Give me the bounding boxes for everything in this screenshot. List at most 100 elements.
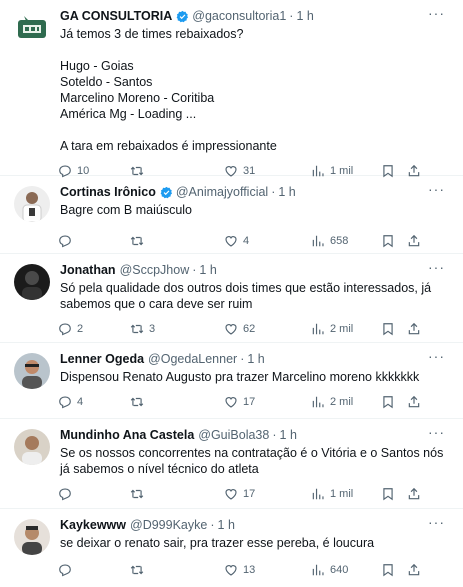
tweet[interactable]: Kaykewww @D999Kayke · 1 h ··· se deixar … [0,509,463,587]
separator-dot: · [271,185,276,199]
timestamp[interactable]: 1 h [247,351,264,367]
views-button[interactable]: 1 mil [311,487,381,501]
share-button[interactable] [407,563,427,577]
avatar[interactable] [14,353,50,389]
avatar[interactable] [14,10,50,46]
avatar[interactable] [14,264,50,300]
view-count: 658 [330,235,349,247]
more-icon[interactable]: ··· [428,349,445,363]
bookmark-button[interactable] [381,563,407,577]
reply-button[interactable]: 4 [58,395,130,409]
retweet-icon [130,324,144,334]
avatar[interactable] [14,186,50,222]
heart-icon [225,489,237,500]
more-icon[interactable]: ··· [428,260,445,274]
like-button[interactable]: 4 [224,234,311,248]
reply-button[interactable] [58,487,130,501]
retweet-button[interactable] [130,563,224,577]
author-handle[interactable]: @gaconsultoria1 [192,8,286,24]
bookmark-button[interactable] [381,395,407,409]
reply-count: 2 [77,323,84,335]
author-name[interactable]: Lenner Ogeda [60,351,144,367]
bookmark-icon [383,235,393,248]
timestamp[interactable]: 1 h [278,184,295,200]
views-icon [312,396,324,408]
reply-button[interactable] [58,234,130,248]
views-button[interactable]: 658 [311,234,381,248]
tweet-text: Dispensou Renato Augusto pra trazer Marc… [60,370,420,384]
share-button[interactable] [407,395,427,409]
author-handle[interactable]: @D999Kayke [130,517,207,533]
author-handle[interactable]: @GuiBola38 [198,427,269,443]
action-bar: 17 1 mil [58,477,453,511]
separator-dot: · [192,263,197,277]
author-handle[interactable]: @Animajyofficial [176,184,268,200]
author-name[interactable]: Kaykewww [60,517,126,533]
separator-dot: · [210,518,215,532]
bookmark-button[interactable] [381,487,407,501]
more-icon[interactable]: ··· [428,6,445,20]
retweet-icon [130,397,144,407]
view-count: 2 mil [330,323,354,335]
author-name[interactable]: Jonathan [60,262,116,278]
timestamp[interactable]: 1 h [218,517,235,533]
share-button[interactable] [407,234,427,248]
view-count: 640 [330,564,349,576]
share-button[interactable] [407,487,427,501]
timestamp[interactable]: 1 h [280,427,297,443]
views-icon [312,323,324,335]
tweet[interactable]: Lenner Ogeda @OgedaLenner · 1 h ··· Disp… [0,343,463,419]
timestamp[interactable]: 1 h [296,8,313,24]
like-button[interactable]: 62 [224,322,311,336]
views-button[interactable]: 640 [311,563,381,577]
retweet-button[interactable] [130,487,224,501]
like-button[interactable]: 17 [224,395,311,409]
verified-badge-icon [160,186,172,198]
reply-button[interactable]: 2 [58,322,130,336]
retweet-button[interactable] [130,234,224,248]
separator-dot: · [240,352,245,366]
retweet-button[interactable] [130,395,224,409]
reply-icon [59,323,71,336]
more-icon[interactable]: ··· [428,182,445,196]
bookmark-icon [383,488,393,501]
heart-icon [225,324,237,335]
like-count: 4 [243,235,250,247]
author-name[interactable]: Mundinho Ana Castela [60,427,194,443]
timestamp[interactable]: 1 h [199,262,216,278]
views-button[interactable]: 2 mil [311,395,381,409]
heart-icon [225,397,237,408]
reply-icon [59,396,71,409]
reply-icon [59,235,71,248]
avatar[interactable] [14,519,50,555]
more-icon[interactable]: ··· [428,425,445,439]
bookmark-button[interactable] [381,234,407,248]
tweet[interactable]: GA CONSULTORIA @gaconsultoria1 · 1 h ···… [0,0,463,178]
reply-count: 4 [77,396,84,408]
bookmark-icon [383,396,393,409]
tweet-text: se deixar o renato sair, pra trazer esse… [60,536,375,550]
heart-icon [225,565,237,576]
tweet[interactable]: Cortinas Irônico @Animajyofficial · 1 h … [0,176,463,254]
tweet[interactable]: Mundinho Ana Castela @GuiBola38 · 1 h ··… [0,419,463,509]
more-icon[interactable]: ··· [428,515,445,529]
like-button[interactable]: 17 [224,487,311,501]
avatar[interactable] [14,429,50,465]
author-handle[interactable]: @OgedaLenner [148,351,237,367]
separator-dot: · [289,9,294,23]
views-icon [312,564,324,576]
views-button[interactable]: 2 mil [311,322,381,336]
author-name[interactable]: Cortinas Irônico [60,184,156,200]
retweet-button[interactable]: 3 [130,322,224,336]
views-icon [312,488,324,500]
action-bar: 2 3 62 2 mil [58,312,453,346]
retweet-count: 3 [149,323,156,335]
author-name[interactable]: GA CONSULTORIA [60,8,172,24]
bookmark-button[interactable] [381,322,407,336]
like-button[interactable]: 13 [224,563,311,577]
share-button[interactable] [407,322,427,336]
reply-button[interactable] [58,563,130,577]
tweet[interactable]: Jonathan @SccpJhow · 1 h ··· Só pela qua… [0,254,463,343]
bookmark-icon [383,564,393,577]
author-handle[interactable]: @SccpJhow [120,262,190,278]
